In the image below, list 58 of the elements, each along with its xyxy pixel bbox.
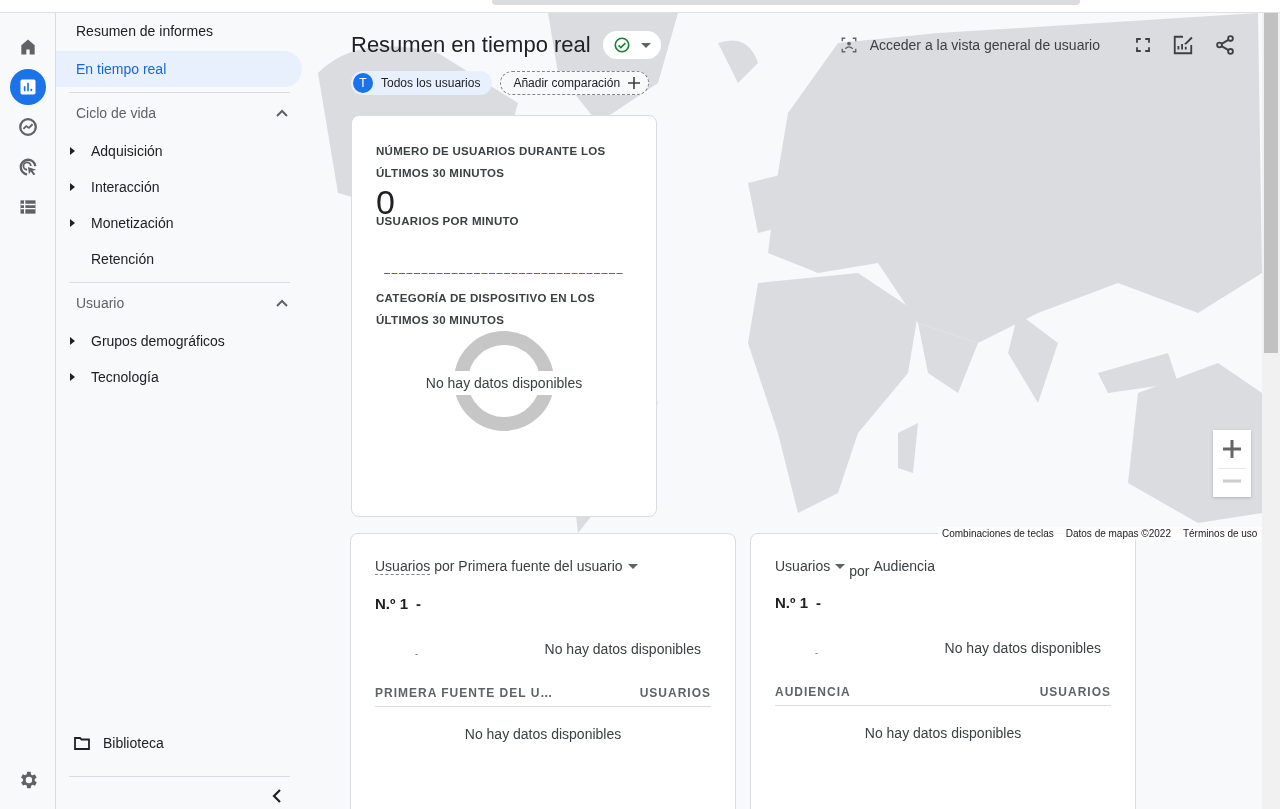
card-heading: NÚMERO DE USUARIOS DURANTE LOS ÚLTIMOS 30 MINUTOS <box>376 144 607 181</box>
reports-nav-button[interactable] <box>9 69 46 105</box>
metric-dropdown[interactable]: Usuarios <box>775 558 846 574</box>
collapse-icon[interactable] <box>272 789 282 803</box>
segment-avatar: T <box>353 73 373 93</box>
edit-chart-icon[interactable] <box>1172 34 1194 56</box>
nav-item[interactable]: En tiempo real <box>56 51 302 87</box>
plus-icon <box>628 77 641 89</box>
user-count: 0 <box>376 188 395 216</box>
nav-item[interactable]: Grupos demográficos <box>56 323 318 359</box>
metric-label[interactable]: Usuarios <box>375 558 431 575</box>
caret-icon <box>627 563 638 569</box>
rank-value: - <box>416 595 421 612</box>
add-comparison-button[interactable]: Añadir comparación <box>500 71 650 95</box>
segment-chip[interactable]: T Todos los usuarios <box>351 71 493 95</box>
trend-circle-icon <box>16 116 39 138</box>
caret-icon <box>835 563 846 569</box>
scrollbar[interactable] <box>492 0 1080 5</box>
check-circle-icon <box>612 36 631 54</box>
rank-label: N.º 1 <box>375 595 408 612</box>
map-attribution-link[interactable]: Datos de mapas ©2022 <box>1065 528 1171 539</box>
status-dropdown[interactable] <box>602 31 661 59</box>
share-icon[interactable] <box>1214 34 1236 56</box>
column-header: USUARIOS <box>1039 685 1111 699</box>
nav-item[interactable]: Interacción <box>56 169 318 205</box>
nav-item[interactable]: Tecnología <box>56 359 318 395</box>
fullscreen-icon[interactable] <box>1134 36 1152 54</box>
scrollbar[interactable] <box>1264 13 1278 353</box>
card-heading: CATEGORÍA DE DISPOSITIVO EN LOS ÚLTIMOS 30 MINUTOS <box>376 291 596 328</box>
rank-value: - <box>816 594 821 611</box>
page-title: Resumen en tiempo real <box>351 32 591 58</box>
dimension-label: Audiencia <box>873 558 935 574</box>
user-overview-button[interactable]: Acceder a la vista general de usuario <box>833 35 1106 55</box>
segment-label: Todos los usuarios <box>381 76 481 90</box>
connector-label: por <box>849 563 870 579</box>
folder-icon <box>74 736 90 750</box>
nav-item[interactable]: Adquisición <box>56 133 318 169</box>
column-header: AUDIENCIA <box>775 685 851 699</box>
map-attribution-link[interactable]: Combinaciones de teclas <box>942 528 1054 539</box>
section-header[interactable]: Ciclo de vida <box>56 93 318 133</box>
library-link[interactable]: Biblioteca <box>56 728 318 758</box>
axis-label: - <box>815 648 818 658</box>
empty-message: No hay datos disponibles <box>864 725 1022 741</box>
dimension-dropdown[interactable]: por Primera fuente del usuario <box>434 558 638 574</box>
section-header[interactable]: Usuario <box>56 283 318 323</box>
nav-item[interactable]: Resumen de informes <box>56 13 302 49</box>
zoom-in-icon[interactable] <box>1223 440 1241 458</box>
card-heading: USUARIOS POR MINUTO <box>376 214 520 229</box>
column-header: PRIMERA FUENTE DEL U… <box>375 686 554 700</box>
nav-item[interactable]: Retención <box>56 241 318 277</box>
caret-icon <box>640 42 651 48</box>
nav-item[interactable]: Monetización <box>56 205 318 241</box>
map-attribution-link[interactable]: Términos de uso <box>1182 528 1258 539</box>
axis-label: - <box>415 649 418 659</box>
column-header: USUARIOS <box>639 686 711 700</box>
rank-label: N.º 1 <box>775 594 808 611</box>
person-frame-icon <box>839 36 858 54</box>
empty-message: No hay datos disponibles <box>464 726 622 742</box>
